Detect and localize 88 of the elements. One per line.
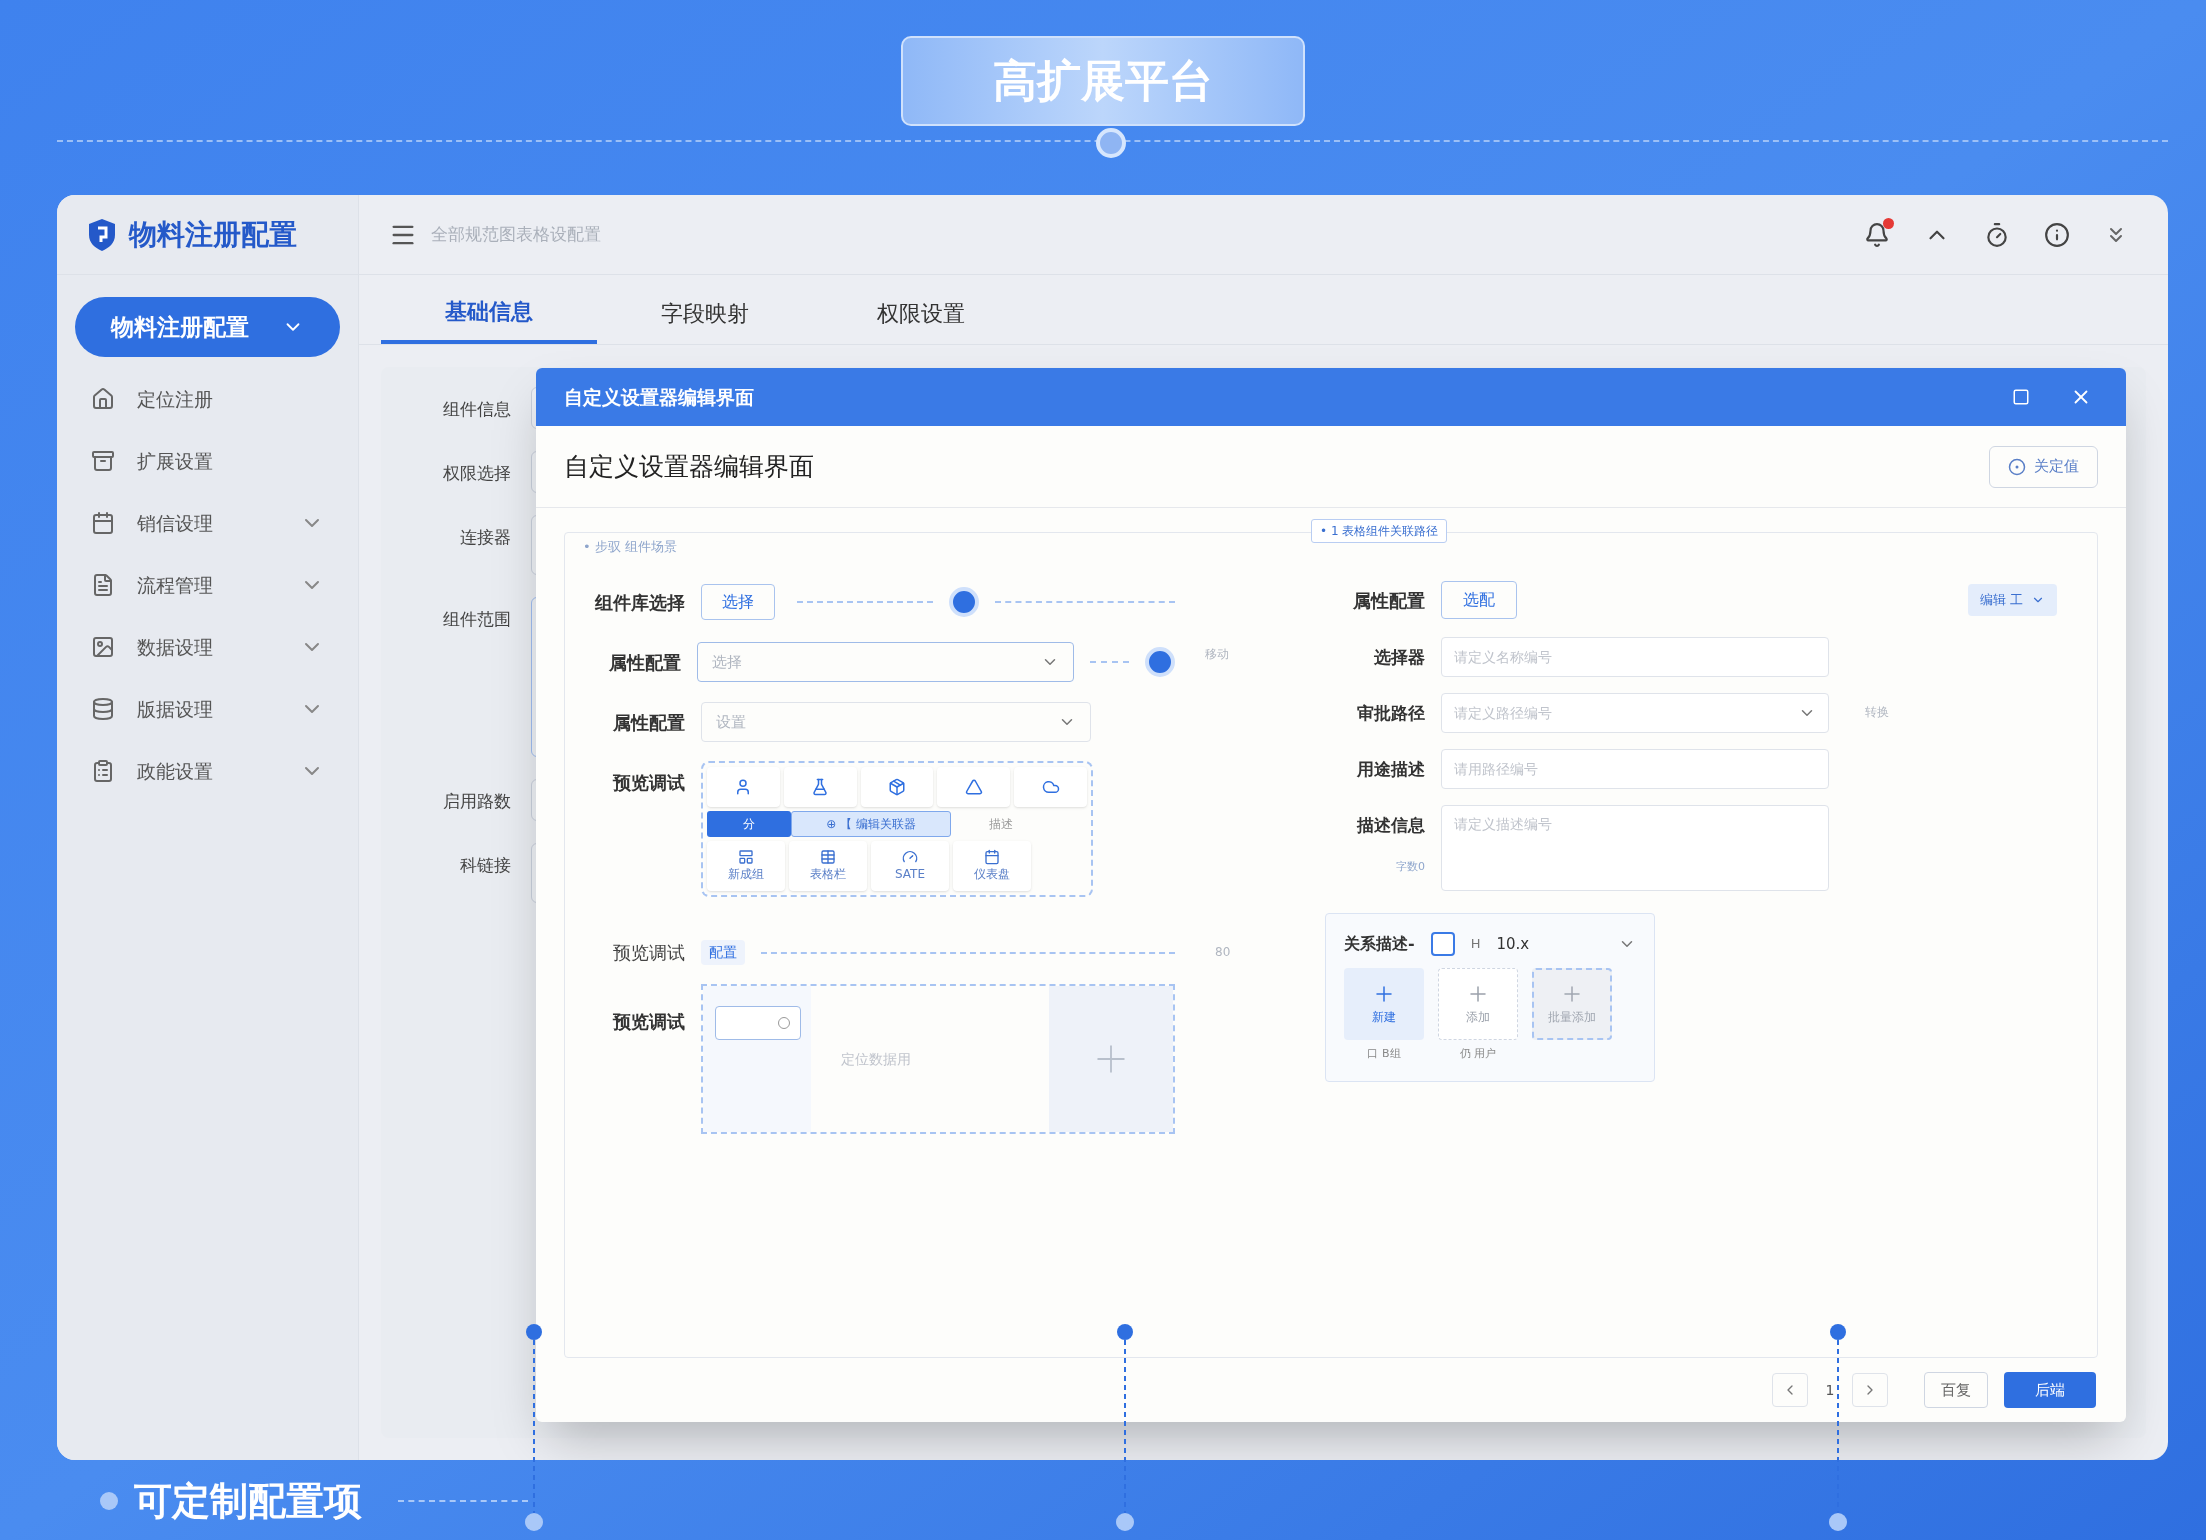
form-label: 用途描述 — [1357, 758, 1425, 781]
preview-hint: 定位数据用 — [841, 1049, 911, 1069]
page-number[interactable]: 1 — [1820, 1379, 1840, 1401]
form-label: 审批路径 — [1357, 702, 1425, 725]
bottle-icon[interactable] — [811, 778, 830, 796]
feature-title: 可定制配置项 — [134, 1477, 362, 1525]
value-field[interactable]: 10.x — [1496, 932, 1602, 956]
form-label: 权限选择 — [442, 462, 511, 485]
config-tag: 配置 — [701, 940, 745, 965]
nav-icon — [91, 697, 115, 721]
box-icon[interactable] — [888, 778, 906, 796]
shield-logo-icon — [87, 217, 117, 252]
option-button[interactable]: 选配 — [1441, 581, 1517, 619]
sidebar-item[interactable]: 数据设理 — [75, 617, 340, 677]
sidebar-item[interactable]: 政能设置 — [75, 741, 340, 801]
node-icon — [949, 587, 979, 617]
form-label: 预览调试 — [612, 941, 685, 965]
form-label: 属性配置 — [1352, 588, 1425, 613]
maximize-icon[interactable] — [2012, 388, 2030, 406]
unit-label: H — [1470, 935, 1481, 954]
form-label: 描述信息 — [1357, 814, 1425, 837]
form-label: 启用路数 — [442, 790, 511, 813]
sidebar-item[interactable]: 物料注册配置 — [75, 297, 340, 357]
component-tile[interactable]: 表格栏 — [789, 841, 867, 891]
node-icon — [1096, 128, 1126, 158]
tile-icon — [738, 849, 754, 865]
app-name: 物料注册配置 — [129, 216, 297, 253]
edit-dropdown[interactable]: 编辑 工 — [1967, 584, 2057, 616]
add-tile[interactable]: 新建 — [1344, 968, 1424, 1040]
dialog-heading: 自定义设置器编辑界面 — [564, 450, 815, 483]
tab[interactable]: 字段映射 — [597, 282, 813, 344]
form-label: 组件信息 — [442, 398, 511, 421]
timer-icon[interactable] — [1984, 221, 2010, 248]
nav-icon — [91, 573, 115, 597]
path-badge: • 1 表格组件关联路径 — [1311, 519, 1448, 543]
component-tile[interactable]: SATE — [871, 841, 949, 891]
form-label: 选择器 — [1374, 646, 1425, 669]
form-label: 组件范围 — [442, 608, 511, 631]
node-icon — [1145, 647, 1175, 677]
toggle-field[interactable] — [715, 1006, 801, 1040]
nav-icon — [91, 635, 115, 659]
nav-icon — [91, 511, 115, 535]
target-icon — [2008, 457, 2026, 476]
nav-icon — [91, 759, 115, 783]
component-tile[interactable]: 仪表盘 — [953, 841, 1031, 891]
nav-icon — [91, 449, 115, 473]
panel-note: • 步驭 组件场景 — [583, 538, 677, 556]
connector-label: 移动 — [1204, 646, 1230, 663]
tile-caption: 口 B组 — [1367, 1046, 1401, 1062]
add-tile[interactable]: 添加 — [1438, 968, 1518, 1040]
tile-icon — [820, 849, 836, 865]
sidebar-item[interactable]: 定位注册 — [75, 369, 340, 429]
sidebar-item[interactable]: 销信设理 — [75, 493, 340, 553]
tile-icon — [902, 849, 918, 865]
tile-icon — [984, 849, 1000, 865]
banner-title: 高扩展平台 — [901, 36, 1305, 126]
cloud-icon[interactable] — [1041, 778, 1060, 796]
nav-icon — [91, 387, 115, 411]
segment-tab[interactable]: 分 — [707, 811, 791, 837]
sidebar-item[interactable]: 扩展设置 — [75, 431, 340, 491]
tab[interactable]: 权限设置 — [813, 282, 1029, 344]
segment-tab[interactable]: 描述 — [951, 811, 1051, 837]
form-label: 连接器 — [459, 526, 511, 549]
form-label: 关系描述- — [1344, 933, 1415, 955]
select-button[interactable]: 选择 — [701, 584, 775, 620]
char-count: 字数0 — [1396, 858, 1425, 875]
checkbox[interactable] — [1430, 932, 1455, 956]
dialog-button[interactable]: 百复 — [1924, 1372, 1988, 1408]
connector-label: 转换 — [1865, 704, 1889, 721]
form-label: 属性配置 — [612, 710, 685, 735]
tile-caption: 仍 用户 — [1459, 1046, 1497, 1062]
bullet-icon — [100, 1492, 118, 1510]
form-label: 组件库选择 — [593, 590, 685, 615]
form-label: 属性配置 — [608, 650, 682, 675]
connector-label: 80 — [1215, 944, 1231, 961]
dialog-title: 自定义设置器编辑界面 — [564, 384, 755, 410]
dialog-button[interactable]: 后端 — [2004, 1372, 2096, 1408]
segment-tab[interactable]: ⊕ 【 编辑关联器 — [791, 811, 951, 837]
form-label: 科链接 — [459, 854, 511, 877]
triangle-icon[interactable] — [964, 778, 983, 796]
preset-button[interactable]: 关定值 — [1989, 445, 2098, 488]
sidebar-item[interactable]: 版据设理 — [75, 679, 340, 739]
component-tile[interactable]: 新成组 — [707, 841, 785, 891]
form-label: 预览调试 — [611, 771, 685, 795]
form-label: 预览调试 — [611, 1010, 685, 1034]
tab[interactable]: 基础信息 — [381, 282, 597, 344]
sidebar-item[interactable]: 流程管理 — [75, 555, 340, 615]
info-icon[interactable] — [2044, 221, 2070, 248]
